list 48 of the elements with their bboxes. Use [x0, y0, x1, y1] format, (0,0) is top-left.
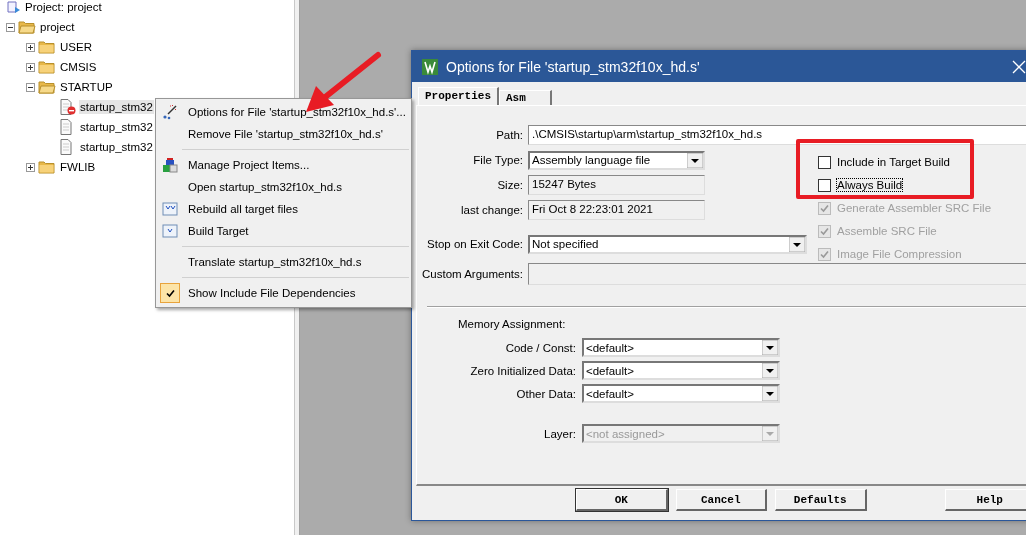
checkbox-label: Image File Compression — [837, 248, 962, 260]
dialog-button[interactable]: Cancel — [675, 489, 767, 511]
field-label: last change: — [460, 204, 523, 216]
memory-select[interactable]: <default> — [582, 361, 780, 380]
menu-item[interactable]: Manage Project Items... — [156, 154, 411, 176]
file-label[interactable]: startup_stm32 — [79, 140, 154, 154]
dialog-button[interactable]: Help — [944, 489, 1026, 511]
dialog-button[interactable]: OK — [576, 489, 668, 511]
tab[interactable]: Asm — [499, 90, 552, 105]
field-label: Code / Const: — [504, 341, 576, 354]
dialog-title: Options for File 'startup_stm32f10x_hd.s' — [446, 58, 700, 75]
menu-item[interactable]: Options for File 'startup_stm32f10x_hd.s'... — [156, 101, 411, 123]
folder-label[interactable]: USER — [59, 40, 93, 54]
dialog-button[interactable]: Defaults — [775, 489, 867, 511]
menu-item[interactable]: Show Include File Dependencies — [156, 282, 411, 304]
file-label[interactable]: startup_stm32 — [79, 100, 154, 114]
section-label: Memory Assignment: — [458, 318, 567, 330]
menu-item[interactable]: Build Target — [156, 220, 411, 242]
field-label: Stop on Exit Code: — [426, 238, 523, 250]
checkbox-label: Include in Target Build — [837, 156, 950, 168]
menu-item[interactable]: Rebuild all target files — [156, 198, 411, 220]
folder-label[interactable]: project — [39, 20, 76, 34]
menu-item[interactable]: Open startup_stm32f10x_hd.s — [156, 176, 411, 198]
folder-label[interactable]: STARTUP — [59, 80, 114, 94]
checkbox-label: Always Build — [837, 179, 903, 191]
field-label: Zero Initialized Data: — [469, 364, 576, 377]
readonly-field: 15247 Bytes — [528, 175, 705, 195]
field-label: Path: — [495, 129, 523, 141]
field-label: Other Data: — [515, 387, 576, 400]
path-field[interactable]: .\CMSIS\startup\arm\startup_stm32f10x_hd.s — [528, 125, 1026, 145]
folder-label[interactable]: CMSIS — [59, 60, 98, 74]
tree-title: Project: project — [25, 1, 102, 13]
field-label: Custom Arguments: — [421, 268, 523, 280]
file-type-select[interactable]: Assembly language file — [528, 150, 705, 170]
folder-label[interactable]: FWLIB — [59, 160, 97, 174]
menu-item[interactable]: Remove File 'startup_stm32f10x_hd.s' — [156, 123, 411, 145]
checkbox-label: Generate Assembler SRC File — [837, 202, 992, 214]
checkbox-label: Assemble SRC File — [837, 225, 937, 237]
memory-select[interactable]: <default> — [582, 338, 780, 357]
exit-code-select[interactable]: Not specified — [528, 234, 807, 254]
tab[interactable]: Properties — [418, 87, 499, 105]
field-label: File Type: — [472, 154, 523, 166]
readonly-field: Fri Oct 8 22:23:01 2021 — [528, 200, 705, 220]
field-label: Size: — [496, 179, 523, 191]
file-label[interactable]: startup_stm32 — [79, 120, 154, 134]
memory-select[interactable]: <default> — [582, 384, 780, 403]
menu-item[interactable]: Translate startup_stm32f10x_hd.s — [156, 251, 411, 273]
field-label: Layer: — [543, 427, 576, 440]
